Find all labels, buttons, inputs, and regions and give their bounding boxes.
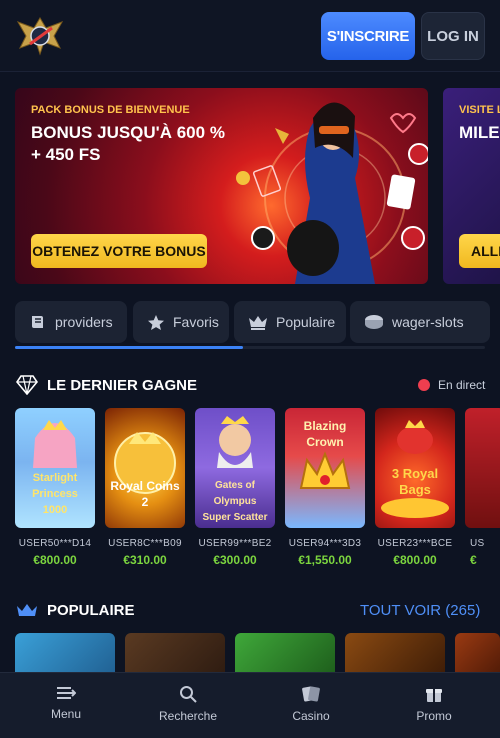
banner-title: MILES RÉCO [459,123,500,142]
win-amount: €300.00 [213,553,257,567]
nav-search[interactable]: Recherche [143,685,233,723]
latest-winners-title: LE DERNIER GAGNE [47,377,198,394]
game-title: Starlight Princess 1000 [32,472,78,516]
tab-label: providers [55,314,113,330]
tab-populaire[interactable]: Populaire [234,301,346,343]
win-amount: €800.00 [393,553,437,567]
banner-title: BONUS JUSQU'À 600 % + 450 FS [31,123,225,164]
tab-label: wager-slots [392,314,464,330]
diamond-icon [16,375,38,395]
game-tile-gates-of-olympus[interactable]: Gates of Olympus Super Scatter [195,408,275,528]
win-amount: €800.00 [33,553,77,567]
game-title: Gates of Olympus Super Scatter [202,480,268,523]
winner-username: USER23***BCE [377,538,453,549]
tab-label: Populaire [276,314,336,330]
login-button[interactable]: LOG IN [421,12,485,60]
winner-username: USER94***3D3 [288,538,362,549]
get-bonus-button[interactable]: OBTENEZ VOTRE BONUS [31,234,207,268]
menu-icon [57,687,76,699]
chip-icon [365,315,383,329]
winner-username: USER8C***B09 [108,538,182,549]
banner-illustration [236,102,428,284]
game-title: 3 Royal Bags [391,466,439,497]
game-tile-royal-coins[interactable]: Royal Coins 2 [105,408,185,528]
game-tile-blazing-crown[interactable]: Blazing Crown [285,408,365,528]
nav-label: Recherche [158,709,218,723]
game-tile-starlight-princess[interactable]: Starlight Princess 1000 [15,408,95,528]
nav-label: Casino [292,709,330,723]
nav-casino[interactable]: Casino [266,685,356,723]
gift-icon [426,689,442,702]
game-title: Royal Coins 2 [110,479,180,509]
tabs-scroll-indicator [15,346,485,349]
game-tile-partial[interactable] [465,408,500,528]
game-title: Blazing Crown [303,419,347,449]
nav-menu[interactable]: Menu [21,685,111,721]
win-amount: €310.00 [123,553,167,567]
win-amount: €1,550.00 [298,553,352,567]
popular-title: POPULAIRE [47,602,135,619]
banner-kicker: PACK BONUS DE BIENVENUE [31,104,190,116]
nav-promo[interactable]: Promo [389,685,479,723]
signup-button[interactable]: S'INSCRIRE [321,12,415,60]
star-icon [148,314,164,330]
winner-username: USER99***BE2 [198,538,272,549]
brand-logo[interactable] [14,14,66,58]
tab-favoris[interactable]: Favoris [133,301,229,343]
search-icon [180,686,197,703]
tabs-scroll-thumb [15,346,243,349]
win-amount: € [470,553,477,567]
winner-username: US [470,538,485,549]
nav-label: Menu [50,707,82,721]
tab-providers[interactable]: providers [15,301,127,343]
live-indicator: En direct [418,378,485,392]
cards-icon [302,686,320,702]
live-label: En direct [438,378,486,392]
game-art [114,432,176,494]
tab-label: Favoris [173,314,219,330]
banner-cta-button[interactable]: ALLE [459,234,500,268]
nav-label: Promo [416,709,452,723]
winner-username: USER50***D14 [18,538,92,549]
promo-banner-miles[interactable]: VISITE LA MILES RÉCO ALLE [443,88,500,284]
promo-banner-welcome[interactable]: PACK BONUS DE BIENVENUE BONUS JUSQU'À 60… [15,88,428,284]
see-all-link[interactable]: TOUT VOIR (265) [360,602,480,619]
top-header: S'INSCRIRE LOG IN [0,0,500,72]
game-tile-3-royal-bags[interactable]: 3 Royal Bags [375,408,455,528]
live-dot [418,379,430,391]
banner-kicker: VISITE LA [459,104,500,116]
crown-icon [17,604,37,616]
crown-icon [249,315,267,330]
tab-wager-slots[interactable]: wager-slots [350,301,490,343]
book-icon [32,316,43,328]
bottom-navigation: Menu Recherche Casino Promo [0,672,500,738]
